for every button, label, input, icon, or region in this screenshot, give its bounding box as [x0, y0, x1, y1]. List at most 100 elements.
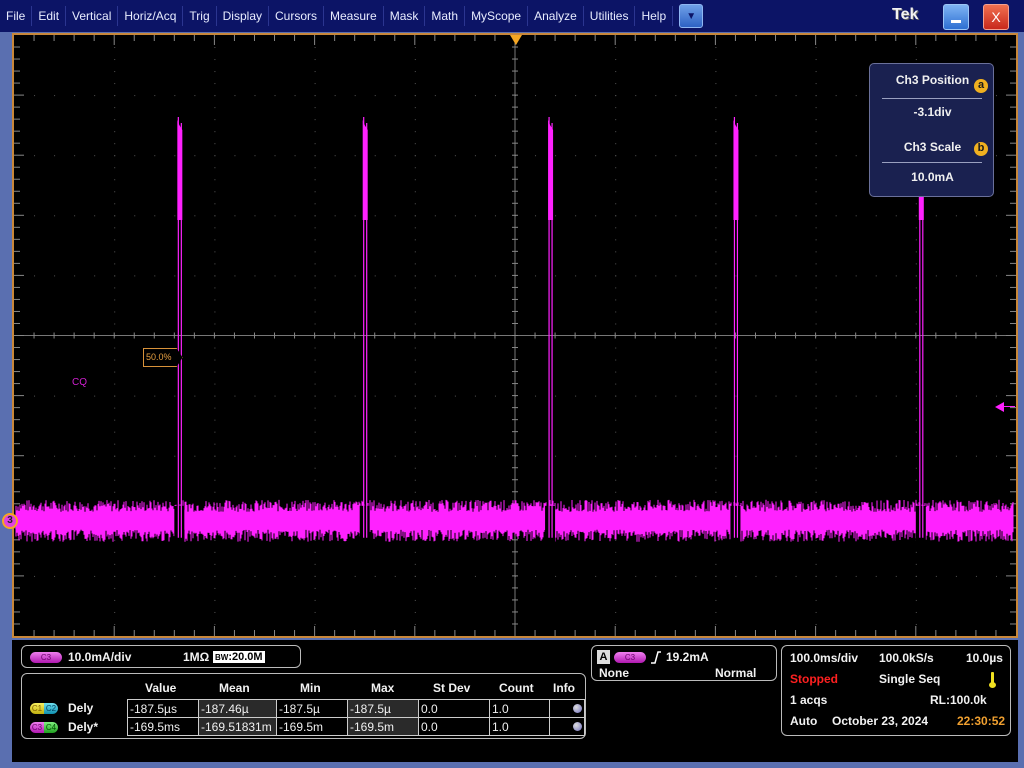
divider [882, 162, 982, 163]
tek-logo: Tek [892, 6, 919, 23]
measurement-panel[interactable]: Value Mean Min Max St Dev Count Info C1 C… [21, 673, 586, 739]
minimize-icon [951, 20, 961, 23]
menu-file[interactable]: File [0, 6, 33, 26]
ch3-ground-marker[interactable]: 3 [2, 513, 18, 529]
thermometer-icon [989, 672, 996, 688]
ch3-position-value: -3.1div [913, 105, 952, 119]
meas2-info[interactable] [549, 717, 585, 736]
date: October 23, 2024 [832, 714, 929, 728]
trigger-a-label: A [597, 650, 610, 664]
trigger-auto: Auto [790, 714, 818, 728]
header-value: Value [145, 681, 177, 695]
menu-edit[interactable]: Edit [32, 6, 67, 26]
waveform-display[interactable] [12, 33, 1018, 638]
minimize-button[interactable] [943, 4, 969, 30]
info-icon[interactable] [573, 703, 582, 713]
menu-myscope[interactable]: MyScope [465, 6, 529, 26]
trigger-level: 19.2mA [666, 650, 709, 664]
trigger-mode: Normal [715, 666, 757, 680]
c4-badge: C4 [44, 722, 58, 733]
ch3-offscreen-arrow-icon [995, 402, 1004, 412]
resolution: 10.0µs [966, 651, 1003, 665]
ch3-pulse [174, 117, 185, 546]
readout-area: C3 10.0mA/div 1MΩ BW:20.0M Value Mean Mi… [12, 640, 1018, 762]
knob-readout-panel: Ch3 Position a -3.1div Ch3 Scale b 10.0m… [869, 63, 994, 197]
knob-b-badge-icon: b [974, 142, 988, 156]
info-icon[interactable] [573, 721, 582, 731]
meas2-min: -169.5m [276, 717, 348, 736]
meas1-stdev: 0.0 [418, 699, 490, 718]
meas2-count: 1.0 [489, 717, 550, 736]
menu-help[interactable]: Help [635, 6, 674, 26]
bw-value: :20.0M [228, 651, 263, 663]
meas2-stdev: 0.0 [418, 717, 490, 736]
ch3-scale-value: 10.0mA [911, 170, 954, 184]
menu-mask[interactable]: Mask [384, 6, 426, 26]
ch3-scale-readout: 10.0mA/div [68, 650, 132, 664]
header-mean: Mean [219, 681, 250, 695]
acquisition-state: Stopped [790, 672, 838, 686]
ch3-pulse [359, 117, 370, 546]
meas1-min: -187.5µ [276, 699, 348, 718]
record-length: RL:100.0k [930, 693, 987, 707]
meas1-name: Dely [68, 701, 94, 715]
channel-readout[interactable]: C3 10.0mA/div 1MΩ BW:20.0M [21, 645, 301, 668]
c2-badge: C2 [44, 703, 58, 714]
header-info: Info [553, 681, 575, 695]
meas1-mean: -187.46µ [198, 699, 277, 718]
ch3-badge: C3 [30, 652, 62, 663]
menu-math[interactable]: Math [425, 6, 466, 26]
table-row[interactable]: -187.5µs -187.46µ -187.5µ -187.5µ 0.0 1.… [127, 699, 585, 718]
c3-badge: C3 [30, 722, 44, 733]
ch3-impedance: 1MΩ [183, 650, 210, 664]
menu-measure[interactable]: Measure [324, 6, 384, 26]
c1-badge: C1 [30, 703, 44, 714]
menu-utilities[interactable]: Utilities [584, 6, 636, 26]
meas1-info[interactable] [549, 699, 585, 718]
chevron-down-icon: ▼ [686, 10, 697, 22]
graticule [14, 35, 1016, 636]
trigger-readout[interactable]: A C3 19.2mA None Normal [591, 645, 777, 681]
trigger-source-badge: C3 [614, 652, 646, 663]
acquisition-readout[interactable]: 100.0ms/div 100.0kS/s 10.0µs Stopped Sin… [781, 645, 1011, 736]
menu-dropdown-button[interactable]: ▼ [679, 4, 704, 28]
knob-a-badge-icon: a [974, 79, 988, 93]
meas1-sources: C1 C2 [30, 703, 58, 714]
meas1-max: -187.5µ [347, 699, 419, 718]
meas2-mean: -169.51831m [198, 717, 277, 736]
time: 22:30:52 [957, 714, 1006, 728]
ch3-pulse [545, 117, 556, 546]
meas1-value: -187.5µs [127, 699, 199, 718]
menu-display[interactable]: Display [217, 6, 269, 26]
header-count: Count [499, 681, 534, 695]
menu-bar: File Edit Vertical Horiz/Acq Trig Displa… [0, 0, 1024, 32]
cq-label: CQ [72, 377, 87, 388]
header-max: Max [371, 681, 395, 695]
meas2-name: Dely* [68, 720, 99, 734]
meas2-sources: C3 C4 [30, 722, 58, 733]
trigger-position-marker[interactable] [510, 35, 522, 45]
divider [882, 98, 982, 99]
ch3-pulse [730, 117, 741, 546]
header-stdev: St Dev [433, 681, 471, 695]
sample-rate: 100.0kS/s [879, 651, 934, 665]
measurement-table: -187.5µs -187.46µ -187.5µ -187.5µ 0.0 1.… [127, 699, 585, 736]
acquisition-count: 1 acqs [790, 693, 828, 707]
bw-prefix: BW [215, 653, 229, 662]
menu-trig[interactable]: Trig [183, 6, 217, 26]
menu-analyze[interactable]: Analyze [528, 6, 584, 26]
trigger-coupling: None [599, 666, 629, 680]
menu-vertical[interactable]: Vertical [66, 6, 119, 26]
table-row[interactable]: -169.5ms -169.51831m -169.5m -169.5m 0.0… [127, 717, 585, 736]
bandwidth-limit: BW:20.0M [213, 649, 265, 663]
close-button[interactable]: X [983, 4, 1009, 30]
meas2-max: -169.5m [347, 717, 419, 736]
meas2-value: -169.5ms [127, 717, 199, 736]
arrow-line [1003, 406, 1015, 407]
menu-horiz-acq[interactable]: Horiz/Acq [118, 6, 184, 26]
trigger-level-marker[interactable]: 50.0% [143, 348, 183, 367]
menu-cursors[interactable]: Cursors [269, 6, 325, 26]
meas1-count: 1.0 [489, 699, 550, 718]
header-min: Min [300, 681, 321, 695]
time-scale: 100.0ms/div [790, 651, 859, 665]
